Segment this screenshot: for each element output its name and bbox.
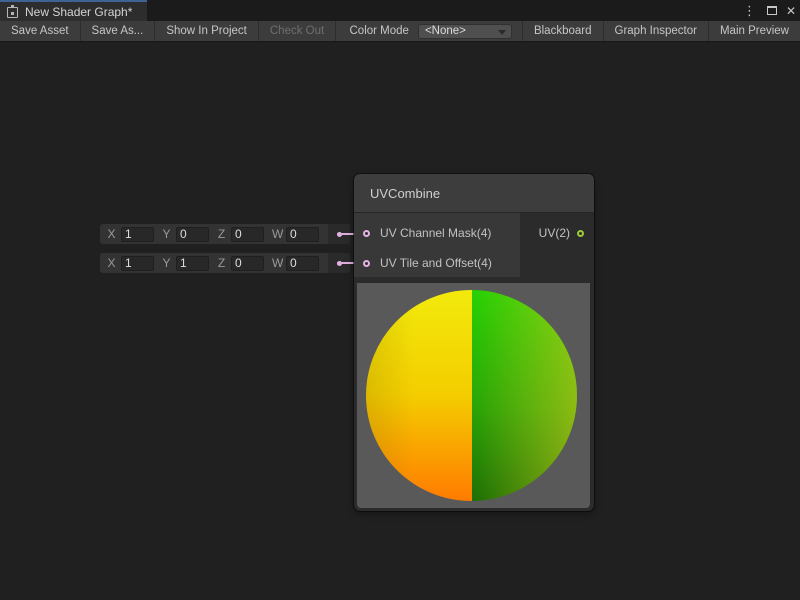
input-port-row-channel-mask: UV Channel Mask(4) xyxy=(354,218,520,248)
y-label: Y xyxy=(162,256,171,270)
sphere-right-half xyxy=(472,290,578,501)
tab-title: New Shader Graph* xyxy=(25,5,132,19)
graph-inspector-toggle-button[interactable]: Graph Inspector xyxy=(604,21,708,41)
vector1-w-field[interactable] xyxy=(286,227,319,242)
show-in-project-button[interactable]: Show In Project xyxy=(155,21,258,41)
x-label: X xyxy=(107,227,116,241)
vector4-input-row-2: X Y Z W xyxy=(100,253,350,273)
node-body: UV Channel Mask(4) UV Tile and Offset(4)… xyxy=(354,213,594,282)
color-mode-value: <None> xyxy=(425,25,466,37)
sphere-left-half xyxy=(366,290,472,501)
color-mode-dropdown[interactable]: <None> xyxy=(418,24,512,39)
title-bar: New Shader Graph* ⋮ ✕ xyxy=(0,0,800,21)
maximize-icon[interactable] xyxy=(767,6,777,15)
vector2-x-field[interactable] xyxy=(121,256,154,271)
node-preview xyxy=(357,283,590,508)
vector2-y-field[interactable] xyxy=(176,256,209,271)
input-port-icon[interactable] xyxy=(363,230,370,237)
output-port-label: UV(2) xyxy=(539,226,570,240)
z-label: Z xyxy=(217,227,226,241)
vector1-z-field[interactable] xyxy=(231,227,264,242)
color-mode-group: Color Mode <None> xyxy=(340,21,522,41)
main-preview-toggle-button[interactable]: Main Preview xyxy=(709,21,800,41)
check-out-button: Check Out xyxy=(259,21,335,41)
close-icon[interactable]: ✕ xyxy=(786,5,796,17)
x-label: X xyxy=(107,256,116,270)
preview-sphere xyxy=(366,290,577,501)
y-label: Y xyxy=(162,227,171,241)
shader-graph-window: New Shader Graph* ⋮ ✕ Save Asset Save As… xyxy=(0,0,800,600)
output-port-row-uv: UV(2) xyxy=(539,218,584,248)
vector1-y-field[interactable] xyxy=(176,227,209,242)
chevron-down-icon xyxy=(498,30,506,35)
w-label: W xyxy=(272,256,281,270)
uvcombine-node[interactable]: UVCombine UV Channel Mask(4) UV Tile and… xyxy=(354,174,594,511)
vector2-w-field[interactable] xyxy=(286,256,319,271)
color-mode-label: Color Mode xyxy=(340,25,418,37)
window-controls: ⋮ ✕ xyxy=(741,0,796,21)
save-as-button[interactable]: Save As... xyxy=(81,21,155,41)
blackboard-toggle-button[interactable]: Blackboard xyxy=(523,21,603,41)
kebab-menu-icon[interactable]: ⋮ xyxy=(741,4,758,17)
node-title: UVCombine xyxy=(370,186,440,201)
vector2-z-field[interactable] xyxy=(231,256,264,271)
input-port-icon[interactable] xyxy=(363,260,370,267)
w-label: W xyxy=(272,227,281,241)
save-asset-button[interactable]: Save Asset xyxy=(0,21,80,41)
window-tab[interactable]: New Shader Graph* xyxy=(0,0,147,21)
input-port-label: UV Tile and Offset(4) xyxy=(380,256,492,270)
vector4-input-row-1: X Y Z W xyxy=(100,224,350,244)
z-label: Z xyxy=(217,256,226,270)
node-header[interactable]: UVCombine xyxy=(354,174,594,213)
toolbar: Save Asset Save As... Show In Project Ch… xyxy=(0,21,800,42)
output-port-icon[interactable] xyxy=(577,230,584,237)
toolbar-separator xyxy=(335,21,336,41)
vector1-x-field[interactable] xyxy=(121,227,154,242)
input-port-row-tile-offset: UV Tile and Offset(4) xyxy=(354,248,520,278)
shader-graph-icon xyxy=(6,5,19,18)
input-port-label: UV Channel Mask(4) xyxy=(380,226,491,240)
